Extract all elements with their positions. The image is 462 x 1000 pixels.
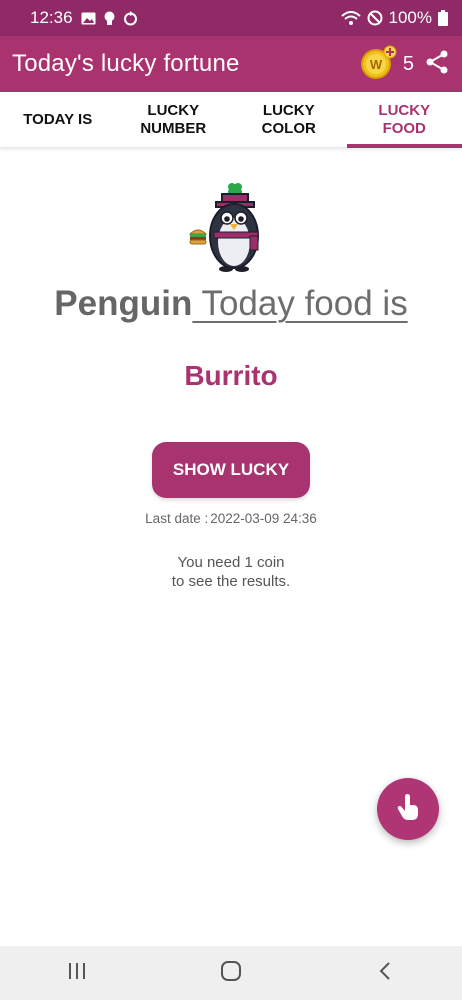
sync-icon: [123, 10, 138, 26]
penguin-mascot: [186, 180, 270, 276]
coin-requirement-note: You need 1 coin to see the results.: [0, 553, 462, 591]
show-lucky-button[interactable]: SHOW LUCKY: [152, 442, 310, 498]
app-title: Today's lucky fortune: [12, 50, 240, 77]
wifi-icon: [340, 10, 361, 26]
lightbulb-icon: [104, 11, 115, 26]
tab-label: LUCKY FOOD: [378, 101, 431, 137]
tab-today-is[interactable]: TODAY IS: [0, 92, 116, 147]
battery-percent: 100%: [388, 8, 432, 27]
status-time: 12:36: [30, 8, 73, 27]
battery-icon: [438, 10, 448, 26]
home-icon: [220, 960, 242, 987]
system-nav-bar: [0, 946, 462, 1000]
tap-hand-icon: [395, 793, 421, 826]
recent-apps-button[interactable]: [47, 953, 107, 993]
coin-balance[interactable]: W 5: [359, 45, 414, 84]
coin-note-line2: to see the results.: [171, 573, 291, 590]
share-icon[interactable]: [424, 49, 450, 80]
headline-phrase: Today food is: [192, 284, 408, 323]
coin-count: 5: [402, 52, 414, 75]
svg-text:W: W: [370, 57, 383, 72]
do-not-disturb-icon: [367, 10, 383, 26]
tab-label: LUCKY NUMBER: [140, 101, 207, 137]
back-icon: [378, 961, 392, 986]
fortune-headline: Penguin Today food is: [0, 284, 462, 324]
last-date: Last date :2022-03-09 24:36: [0, 511, 462, 526]
last-date-value: 2022-03-09 24:36: [210, 511, 317, 526]
recent-apps-icon: [67, 962, 87, 985]
tab-label: LUCKY COLOR: [261, 101, 316, 137]
home-button[interactable]: [201, 953, 261, 993]
tab-lucky-food[interactable]: LUCKY FOOD: [346, 92, 462, 148]
tab-label: TODAY IS: [23, 110, 93, 128]
tap-fab-button[interactable]: [377, 778, 439, 840]
coin-icon: W: [359, 45, 397, 84]
last-date-label: Last date :: [145, 511, 209, 526]
app-bar: Today's lucky fortune W 5: [0, 36, 462, 92]
image-icon: [81, 12, 96, 25]
food-result: Burrito: [184, 360, 278, 391]
back-button[interactable]: [355, 953, 415, 993]
tab-lucky-color[interactable]: LUCKY COLOR: [231, 92, 347, 147]
tab-bar: TODAY IS LUCKY NUMBER LUCKY COLOR LUCKY …: [0, 92, 462, 148]
mascot-name: Penguin: [54, 284, 193, 323]
status-bar: 12:36 100%: [0, 0, 462, 36]
coin-note-line1: You need 1 coin: [177, 554, 285, 571]
tab-lucky-number[interactable]: LUCKY NUMBER: [116, 92, 232, 147]
